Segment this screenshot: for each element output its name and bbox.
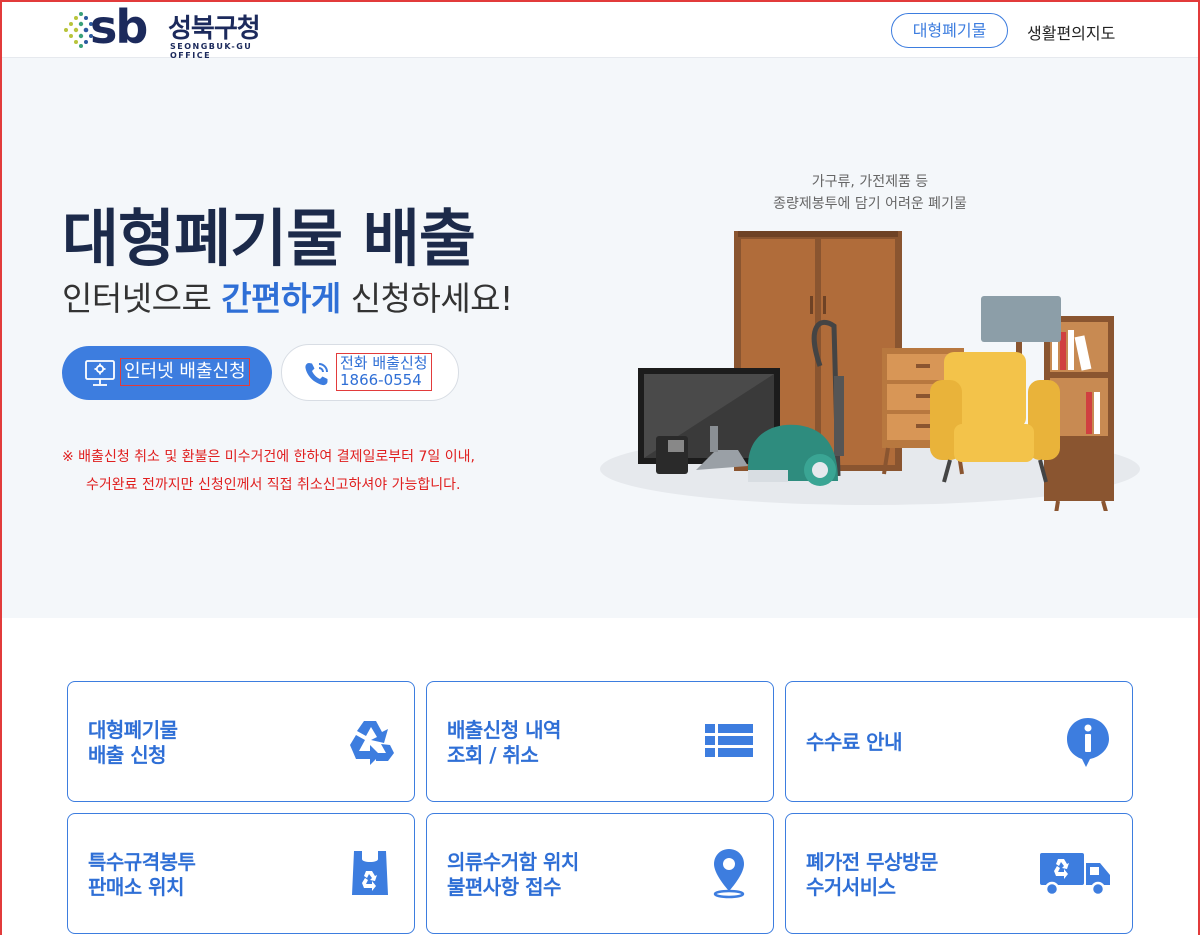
illustration-caption-line-2: 종량제봉투에 담기 어려운 폐기물 xyxy=(773,196,967,212)
phone-apply-label: 전화 배출신청 1866-0554 xyxy=(336,353,432,391)
card-special-bag-store[interactable]: 특수규격봉투 판매소 위치 xyxy=(67,813,415,934)
hero-subtitle-highlight: 간편하게 xyxy=(221,279,341,318)
card-appliance-free-pickup[interactable]: 폐가전 무상방문 수거서비스 xyxy=(785,813,1133,934)
phone-number: 1866-0554 xyxy=(340,371,422,389)
notice-line-2: 수거완료 전까지만 신청인께서 직접 취소신고하셔야 가능합니다. xyxy=(86,477,461,493)
card-bulky-waste-apply[interactable]: 대형폐기물 배출 신청 xyxy=(67,681,415,802)
phone-call-icon xyxy=(305,363,328,386)
cancel-notice: ※ 배출신청 취소 및 환불은 미수거건에 한하여 결제일로부터 7일 이내, … xyxy=(62,443,475,499)
recycle-icon xyxy=(350,721,394,765)
desk-phone-icon xyxy=(656,436,688,474)
computer-icon xyxy=(85,360,115,386)
card-title: 폐가전 무상방문 수거서비스 xyxy=(806,850,938,899)
internet-apply-label: 인터넷 배출신청 xyxy=(120,358,250,386)
nav-bulky-waste-button[interactable]: 대형폐기물 xyxy=(891,13,1008,48)
internet-apply-button[interactable]: 인터넷 배출신청 xyxy=(62,346,272,400)
hero-subtitle-after: 신청하세요! xyxy=(340,279,514,318)
info-icon xyxy=(1067,718,1109,767)
card-application-history[interactable]: 배출신청 내역 조회 / 취소 xyxy=(426,681,774,802)
illustration-caption-line-1: 가구류, 가전제품 등 xyxy=(811,174,929,190)
hero-title: 대형폐기물 배출 xyxy=(62,202,476,275)
recycle-bag-icon xyxy=(352,851,388,895)
list-icon xyxy=(705,724,753,757)
logo-sb-text: sb xyxy=(90,0,148,54)
phone-apply-title: 전화 배출신청 xyxy=(340,354,428,372)
seongbuk-logo[interactable]: sb 성북구청 SEONGBUK-GU OFFICE xyxy=(60,0,290,60)
card-fee-guide[interactable]: 수수료 안내 xyxy=(785,681,1133,802)
recycle-truck-icon xyxy=(1040,853,1110,897)
card-clothing-bin-location[interactable]: 의류수거함 위치 불편사항 접수 xyxy=(426,813,774,934)
hero-subtitle-before: 인터넷으로 xyxy=(62,279,222,318)
service-cards: 대형폐기물 배출 신청 배출신청 내역 조회 / 취소 수수료 안내 특수규격봉… xyxy=(67,681,1133,935)
hero-subtitle: 인터넷으로 간편하게 신청하세요! xyxy=(62,272,513,320)
nav-living-map-link[interactable]: 생활편의지도 xyxy=(1027,20,1115,44)
card-title: 의류수거함 위치 불편사항 접수 xyxy=(447,850,579,899)
card-title: 배출신청 내역 조회 / 취소 xyxy=(447,718,561,767)
logo-name-text: 성북구청 xyxy=(168,14,261,44)
site-header: sb 성북구청 SEONGBUK-GU OFFICE 대형폐기물 생활편의지도 xyxy=(0,0,1200,60)
bulky-waste-illustration xyxy=(600,231,1140,511)
notice-line-1: ※ 배출신청 취소 및 환불은 미수거건에 한하여 결제일로부터 7일 이내, xyxy=(62,449,475,465)
illustration-caption: 가구류, 가전제품 등 종량제봉투에 담기 어려운 폐기물 xyxy=(700,171,1040,215)
phone-apply-button[interactable]: 전화 배출신청 1866-0554 xyxy=(281,344,459,401)
hero-section: 대형폐기물 배출 인터넷으로 간편하게 신청하세요! 인터넷 배출신청 전화 배… xyxy=(0,58,1200,618)
card-title: 수수료 안내 xyxy=(806,730,902,754)
map-pin-icon xyxy=(713,849,745,899)
card-title: 특수규격봉투 판매소 위치 xyxy=(88,850,196,899)
card-title: 대형폐기물 배출 신청 xyxy=(88,718,178,767)
